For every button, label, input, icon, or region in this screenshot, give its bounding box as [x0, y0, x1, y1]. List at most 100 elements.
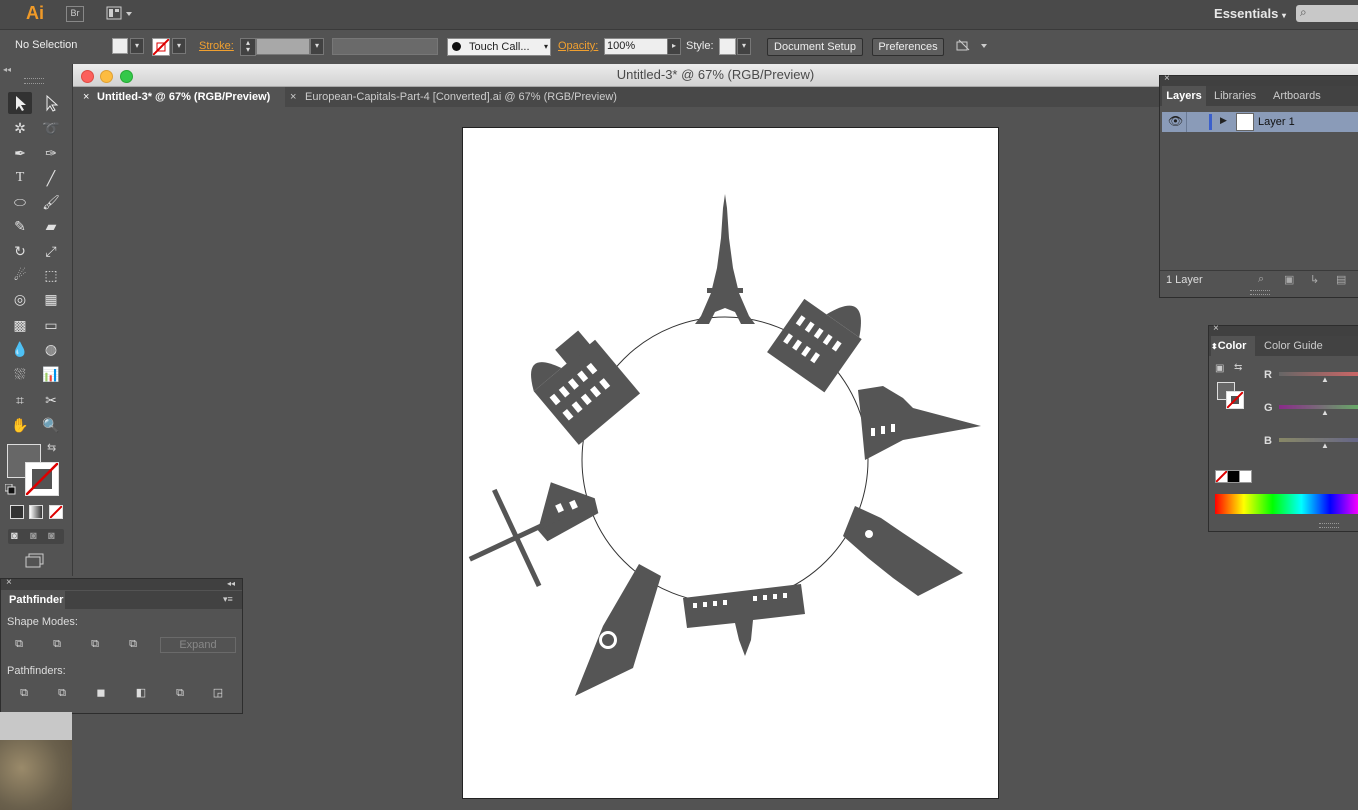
expand-button[interactable]: Expand: [160, 637, 236, 653]
bridge-button[interactable]: Br: [66, 6, 84, 22]
graphic-style-swatch[interactable]: [719, 38, 736, 55]
exclude-icon[interactable]: ⧉: [126, 638, 140, 650]
panel-grip[interactable]: [1250, 290, 1270, 295]
channel-g-slider[interactable]: [1279, 405, 1358, 409]
tab-layers[interactable]: Layers: [1162, 86, 1206, 106]
opacity-slider-button[interactable]: ▸: [667, 38, 681, 55]
pen-tool[interactable]: ✒: [8, 142, 32, 164]
workspace-switcher[interactable]: Essentials ▾: [1214, 6, 1286, 21]
divide-icon[interactable]: ⧉: [17, 687, 31, 699]
crop-icon[interactable]: ◧: [134, 687, 148, 699]
fill-dropdown[interactable]: ▾: [130, 38, 144, 54]
stroke-weight-stepper[interactable]: ▴ ▾: [240, 38, 256, 56]
rotate-tool[interactable]: ↻: [8, 240, 32, 262]
tab-artboards[interactable]: Artboards: [1273, 86, 1321, 106]
close-tab-icon[interactable]: ×: [290, 87, 296, 107]
new-layer-icon[interactable]: ▤: [1336, 273, 1346, 286]
warp-tool[interactable]: ☄: [8, 264, 32, 286]
stroke-swatch[interactable]: [152, 38, 170, 56]
brush-definition[interactable]: Touch Call... ▾: [447, 38, 551, 56]
trim-icon[interactable]: ⧉: [55, 687, 69, 699]
direct-selection-tool[interactable]: [39, 92, 63, 114]
minus-front-icon[interactable]: ⧉: [50, 638, 64, 650]
artboard-tool[interactable]: ⌗: [8, 389, 32, 411]
variable-width-profile[interactable]: [332, 38, 438, 55]
clipping-mask-icon[interactable]: ▣: [1284, 273, 1294, 286]
preferences-button[interactable]: Preferences: [872, 38, 944, 56]
stroke-color-box[interactable]: [1226, 391, 1244, 409]
minus-back-icon[interactable]: ◲: [211, 687, 225, 699]
free-transform-tool[interactable]: ⬚: [39, 264, 63, 286]
arrange-documents-button[interactable]: [106, 5, 134, 22]
draw-behind-icon[interactable]: ◙: [30, 530, 37, 542]
collapse-icon[interactable]: ◂◂: [227, 579, 235, 588]
color-mode-button[interactable]: [10, 505, 24, 519]
document-setup-button[interactable]: Document Setup: [767, 38, 863, 56]
artboard[interactable]: [462, 127, 999, 799]
tab-color[interactable]: ⬍Color: [1211, 336, 1255, 356]
column-graph-tool[interactable]: 📊: [39, 363, 63, 385]
stroke-label[interactable]: Stroke:: [199, 40, 234, 52]
draw-inside-icon[interactable]: ◙: [48, 530, 55, 542]
close-panel-icon[interactable]: ×: [1213, 323, 1219, 334]
screen-mode-button[interactable]: [24, 552, 46, 568]
collapse-icon[interactable]: ◂◂: [3, 65, 11, 74]
gradient-mode-button[interactable]: [29, 505, 43, 519]
opacity-input[interactable]: 100%: [604, 38, 668, 55]
panel-menu-icon[interactable]: ▾≡: [223, 594, 233, 605]
panel-grip[interactable]: [1319, 523, 1339, 528]
lasso-tool[interactable]: ➰: [39, 117, 63, 139]
minimize-window-icon[interactable]: [100, 70, 113, 83]
arrange-menu-button[interactable]: [955, 38, 989, 54]
channel-b-slider[interactable]: [1279, 438, 1358, 442]
selection-tool[interactable]: [8, 92, 32, 114]
tab-libraries[interactable]: Libraries: [1214, 86, 1256, 106]
magic-wand-tool[interactable]: ✲: [8, 117, 32, 139]
none-mode-button[interactable]: [49, 505, 63, 519]
channel-r-slider[interactable]: [1279, 372, 1358, 376]
close-window-icon[interactable]: [81, 70, 94, 83]
fill-swatch[interactable]: [112, 38, 128, 54]
close-panel-icon[interactable]: ×: [6, 577, 12, 588]
close-panel-icon[interactable]: ×: [1164, 73, 1170, 84]
perspective-grid-tool[interactable]: ▦: [39, 288, 63, 310]
type-tool[interactable]: T: [8, 167, 32, 189]
merge-icon[interactable]: ◼: [94, 687, 108, 699]
stroke-color-box[interactable]: [25, 462, 59, 496]
zoom-window-icon[interactable]: [120, 70, 133, 83]
layer-name[interactable]: Layer 1: [1258, 116, 1295, 128]
swap-colors-icon[interactable]: ⇆: [1234, 362, 1242, 373]
tab-european-capitals[interactable]: × European-Capitals-Part-4 [Converted].a…: [285, 87, 645, 107]
mesh-tool[interactable]: ▩: [8, 314, 32, 336]
gradient-tool[interactable]: ▭: [39, 314, 63, 336]
draw-normal-icon[interactable]: ◙: [11, 530, 18, 542]
unite-icon[interactable]: ⧉: [12, 638, 26, 650]
opacity-label[interactable]: Opacity:: [558, 40, 598, 52]
shape-builder-tool[interactable]: ◎: [8, 288, 32, 310]
scale-tool[interactable]: ⤢: [39, 240, 63, 262]
zoom-tool[interactable]: 🔍: [39, 414, 63, 436]
color-spectrum[interactable]: [1215, 494, 1358, 514]
slider-thumb-icon[interactable]: ▲: [1321, 375, 1329, 384]
white-swatch[interactable]: [1239, 470, 1252, 483]
tab-untitled-3[interactable]: × Untitled-3* @ 67% (RGB/Preview): [73, 87, 285, 107]
new-sublayer-icon[interactable]: ↳: [1310, 273, 1319, 286]
slider-thumb-icon[interactable]: ▲: [1321, 441, 1329, 450]
curvature-tool[interactable]: ✑: [39, 142, 63, 164]
ellipse-tool[interactable]: ⬭: [8, 191, 32, 213]
paintbrush-tool[interactable]: 🖌: [39, 191, 63, 213]
slider-thumb-icon[interactable]: ▲: [1321, 408, 1329, 417]
default-colors-icon[interactable]: ▣: [1215, 363, 1224, 374]
stroke-dropdown[interactable]: ▾: [172, 38, 186, 54]
eye-visibility-icon[interactable]: 👁: [1168, 114, 1183, 128]
eraser-tool[interactable]: ▰: [39, 215, 63, 237]
slice-tool[interactable]: ✂: [39, 389, 63, 411]
hand-tool[interactable]: ✋: [8, 414, 32, 436]
panel-grip[interactable]: [24, 78, 44, 84]
tab-pathfinder[interactable]: Pathfinder: [1, 591, 65, 609]
line-segment-tool[interactable]: ╱: [39, 167, 63, 189]
blend-tool[interactable]: ◍: [39, 338, 63, 360]
locate-object-icon[interactable]: ⌕: [1258, 273, 1264, 286]
default-colors-button[interactable]: [4, 483, 16, 495]
eyedropper-tool[interactable]: 💧: [8, 338, 32, 360]
